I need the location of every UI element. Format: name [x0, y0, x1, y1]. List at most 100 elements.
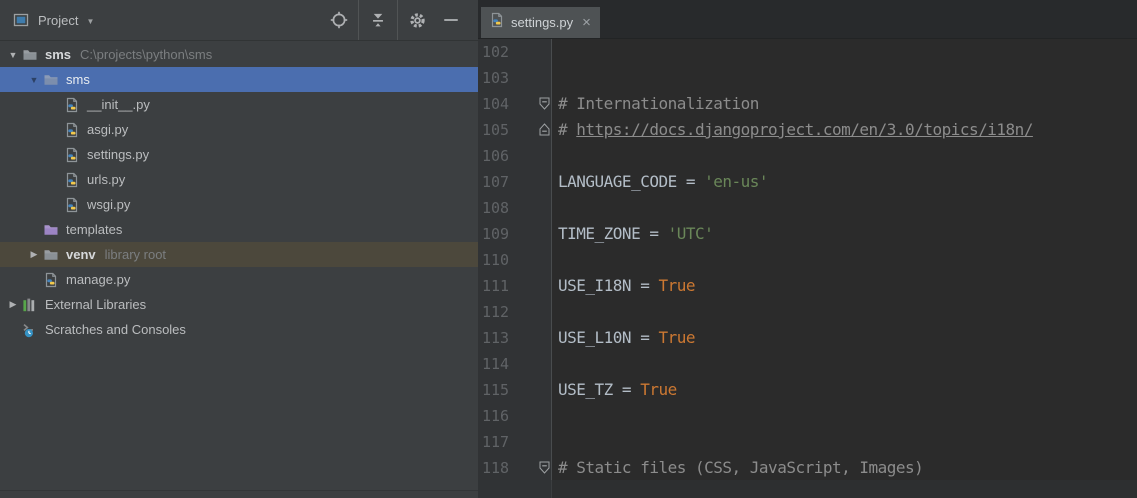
fold-gutter — [529, 429, 552, 455]
code-line-105[interactable]: 105 # https://docs.djangoproject.com/en/3… — [478, 117, 1137, 143]
expand-arrow-icon[interactable]: ▼ — [4, 50, 22, 60]
expand-arrow-icon[interactable]: ▼ — [25, 75, 43, 85]
line-number: 102 — [482, 43, 510, 61]
code-segment-plain: USE_I18N = — [558, 276, 659, 295]
collapse-all-icon[interactable] — [361, 0, 395, 40]
code-segment-plain: USE_L10N = — [558, 328, 659, 347]
tree-item-init-py[interactable]: __init__.py — [0, 92, 478, 117]
tree-item-scratches-and-consoles[interactable]: Scratches and Consoles — [0, 317, 478, 342]
chevron-down-icon[interactable]: ▼ — [86, 17, 94, 26]
panel-title: Project — [38, 12, 79, 28]
tree-item-sms[interactable]: ▼ sms C:\projects\python\sms — [0, 42, 478, 67]
tree-item-asgi-py[interactable]: asgi.py — [0, 117, 478, 142]
fold-marker-icon[interactable] — [529, 117, 552, 143]
toolbar-separator — [397, 0, 398, 40]
tree-item-label: __init__.py — [87, 97, 150, 112]
code-line-103[interactable]: 103 — [478, 65, 1137, 91]
code-segment-plain: LANGUAGE_CODE = — [558, 172, 705, 191]
tree-item-label: External Libraries — [45, 297, 147, 312]
code-segment-comment-link[interactable]: https://docs.djangoproject.com/en/3.0/to… — [576, 120, 1033, 139]
code-line-112[interactable]: 112 — [478, 299, 1137, 325]
tree-item-label: asgi.py — [87, 122, 129, 137]
fold-marker-icon[interactable] — [529, 455, 552, 481]
fold-marker-icon[interactable] — [529, 91, 552, 117]
code-line-109[interactable]: 109 TIME_ZONE = 'UTC' — [478, 221, 1137, 247]
code-line-116[interactable]: 116 — [478, 403, 1137, 429]
code-editor[interactable]: 102 103 104 # Internationalization 105 # http… — [478, 39, 1137, 498]
code-text: # Internationalization — [552, 91, 759, 117]
line-number: 114 — [482, 355, 510, 373]
code-line-115[interactable]: 115 USE_TZ = True — [478, 377, 1137, 403]
toolbar-separator — [358, 0, 359, 40]
code-line-111[interactable]: 111 USE_I18N = True — [478, 273, 1137, 299]
select-opened-file-icon[interactable] — [322, 0, 356, 40]
editor-area: settings.py × 102 103 104 # Internationaliz… — [478, 0, 1137, 498]
line-number: 106 — [482, 147, 510, 165]
collapse-arrow-icon[interactable]: ▶ — [25, 249, 43, 260]
python-file-icon — [64, 172, 82, 188]
code-line-114[interactable]: 114 — [478, 351, 1137, 377]
code-segment-const: True — [640, 380, 677, 399]
line-number: 113 — [482, 329, 510, 347]
project-panel-header: Project ▼ — [0, 0, 478, 41]
tree-item-external-libraries[interactable]: ▶ External Libraries — [0, 292, 478, 317]
code-line-117[interactable]: 117 — [478, 429, 1137, 455]
line-number: 109 — [482, 225, 510, 243]
code-segment-const: True — [658, 276, 695, 295]
panel-header-toolbar — [322, 0, 478, 40]
project-tree: ▼ sms C:\projects\python\sms ▼ sms __init__.p… — [0, 41, 478, 342]
tree-item-wsgi-py[interactable]: wsgi.py — [0, 192, 478, 217]
close-icon[interactable]: × — [582, 15, 591, 30]
tree-item-label: sms — [45, 47, 72, 62]
tree-item-label: wsgi.py — [87, 197, 131, 212]
panel-bottom-divider — [0, 490, 478, 491]
tree-item-urls-py[interactable]: urls.py — [0, 167, 478, 192]
tab-settings-py[interactable]: settings.py × — [481, 7, 600, 38]
code-text: # Static files (CSS, JavaScript, Images) — [552, 455, 924, 481]
tree-item-templates[interactable]: templates — [0, 217, 478, 242]
code-line-102[interactable]: 102 — [478, 39, 1137, 65]
code-line-118[interactable]: 118 # Static files (CSS, JavaScript, Imag… — [478, 455, 1137, 481]
code-line-110[interactable]: 110 — [478, 247, 1137, 273]
fold-gutter — [529, 195, 552, 221]
code-line-107[interactable]: 107 LANGUAGE_CODE = 'en-us' — [478, 169, 1137, 195]
folder-icon — [43, 247, 61, 263]
fold-gutter — [529, 299, 552, 325]
code-lines: 102 103 104 # Internationalization 105 # http… — [478, 39, 1137, 481]
code-line-104[interactable]: 104 # Internationalization — [478, 91, 1137, 117]
fold-gutter — [529, 143, 552, 169]
line-number: 105 — [482, 121, 510, 139]
tree-item-label: manage.py — [66, 272, 131, 287]
tree-item-settings-py[interactable]: settings.py — [0, 142, 478, 167]
python-file-icon — [64, 122, 82, 138]
line-number: 107 — [482, 173, 510, 191]
python-file-icon — [489, 12, 505, 33]
code-line-108[interactable]: 108 — [478, 195, 1137, 221]
code-segment-comment: # — [558, 120, 577, 139]
hide-icon[interactable] — [434, 0, 468, 40]
tree-item-manage-py[interactable]: manage.py — [0, 267, 478, 292]
code-segment-plain: TIME_ZONE = — [558, 224, 668, 243]
line-number: 112 — [482, 303, 510, 321]
fold-gutter — [529, 221, 552, 247]
line-number: 104 — [482, 95, 510, 113]
fold-gutter — [529, 325, 552, 351]
code-line-113[interactable]: 113 USE_L10N = True — [478, 325, 1137, 351]
settings-icon[interactable] — [400, 0, 434, 40]
tree-item-secondary-label: library root — [104, 247, 167, 262]
code-text: USE_TZ = True — [552, 377, 677, 403]
tab-label: settings.py — [511, 15, 574, 30]
code-segment-comment: # Internationalization — [558, 94, 759, 113]
tree-item-venv[interactable]: ▶ venv library root — [0, 242, 478, 267]
tree-item-sms[interactable]: ▼ sms — [0, 67, 478, 92]
code-line-106[interactable]: 106 — [478, 143, 1137, 169]
line-number: 111 — [482, 277, 510, 295]
code-text: USE_I18N = True — [552, 273, 695, 299]
fold-gutter — [529, 403, 552, 429]
tree-item-secondary-label: C:\projects\python\sms — [80, 47, 213, 62]
collapse-arrow-icon[interactable]: ▶ — [4, 299, 22, 310]
